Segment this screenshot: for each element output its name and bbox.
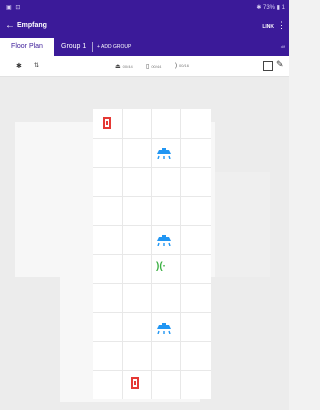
door-sensor-icon[interactable]: [131, 377, 139, 389]
grid-line: [93, 312, 211, 313]
room-outline: [215, 172, 270, 277]
more-menu-icon[interactable]: ⋮: [277, 20, 286, 31]
status-icons-right: ✱ 73% ▮ 1: [256, 5, 285, 11]
page-title: Empfang: [17, 22, 47, 29]
ceiling-lamp-icon[interactable]: [157, 148, 171, 159]
tab-group-1[interactable]: Group 1: [61, 43, 86, 50]
tab-floor-plan[interactable]: Floor Plan: [0, 38, 54, 56]
tab-bar: Floor Plan Group 1 + ADD GROUP dif: [0, 38, 289, 56]
back-arrow-icon[interactable]: ←: [5, 20, 15, 31]
wireless-signal-icon[interactable]: )(·: [156, 261, 166, 272]
settings-gear-icon[interactable]: ✱: [16, 62, 22, 70]
grid-line: [93, 370, 211, 371]
legend-lamp: ⏏ 00/44: [115, 63, 133, 70]
grid-line: [93, 254, 211, 255]
grid-line: [93, 225, 211, 226]
toolbar: ✱ ⇅ ⏏ 00/44 ▯ 00/44 ) 00/16 ✎: [0, 56, 289, 77]
fit-to-screen-icon[interactable]: [263, 61, 273, 71]
filter-icon[interactable]: ⇅: [34, 62, 39, 69]
floor-plan-canvas[interactable]: )(·: [0, 77, 289, 410]
tab-divider: [92, 42, 93, 52]
status-bar: ▣ ⊡ ✱ 73% ▮ 1: [0, 0, 289, 15]
status-icons-left: ▣ ⊡: [6, 5, 22, 11]
grid-line: [93, 341, 211, 342]
edit-icon[interactable]: ✎: [276, 59, 284, 70]
link-button[interactable]: LINK: [262, 24, 274, 30]
grid-line: [93, 167, 211, 168]
add-group-button[interactable]: + ADD GROUP: [97, 44, 131, 50]
door-sensor-icon[interactable]: [103, 117, 111, 129]
sensor-icon: ▯: [146, 64, 150, 70]
legend-sensor: ▯ 00/44: [146, 63, 161, 70]
floor-grid: )(·: [93, 109, 211, 399]
grid-line: [93, 138, 211, 139]
ceiling-lamp-icon[interactable]: [157, 235, 171, 246]
tab-overflow-label: dif: [280, 44, 285, 49]
lamp-icon: ⏏: [115, 64, 121, 70]
legend-lamp-count: 00/44: [122, 64, 133, 69]
ceiling-lamp-icon[interactable]: [157, 323, 171, 334]
grid-line: [93, 283, 211, 284]
app-bar: ← Empfang LINK ⋮: [0, 15, 289, 38]
grid-line: [93, 196, 211, 197]
legend-sensor-count: 00/44: [151, 64, 162, 69]
legend-wave-count: 00/16: [179, 63, 190, 68]
legend-wave: ) 00/16: [175, 63, 189, 69]
wave-icon: ): [175, 63, 177, 69]
